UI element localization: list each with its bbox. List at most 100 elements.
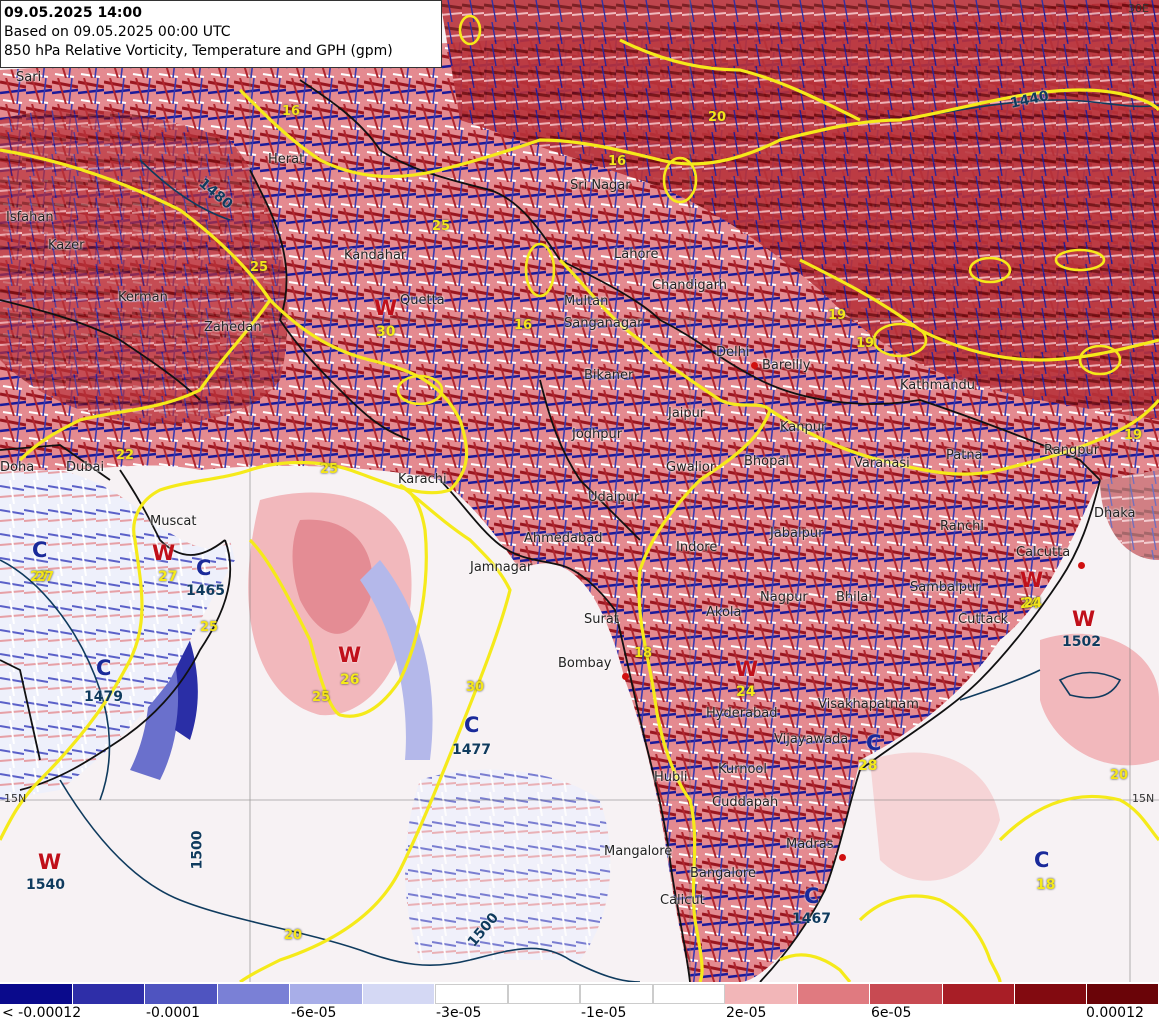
legend-swatch-5: [363, 984, 435, 1004]
city-isfahan: Isfahan: [6, 210, 54, 225]
city-kurnool: Kurnool: [718, 762, 767, 777]
legend-swatch-11: [798, 984, 870, 1004]
city-dot-delhi: [751, 362, 758, 369]
marker-c-oman: C: [196, 556, 212, 580]
forecast-info-box: 09.05.2025 14:00 Based on 09.05.2025 00:…: [0, 0, 442, 68]
legend-swatch-0: [0, 984, 73, 1004]
city-kanpur: Kanpur: [780, 420, 827, 435]
city-cuddapah: Cuddapah: [712, 795, 779, 810]
city-dhaka: Dhaka: [1094, 506, 1136, 521]
legend-swatch-9: [653, 984, 725, 1004]
city-dot-bombay: [622, 673, 629, 680]
city-jamnagar: Jamnagar: [470, 560, 533, 575]
marker-w-quetta: W: [374, 296, 398, 320]
temp-label-15: 18: [634, 646, 653, 661]
city-karachi: Karachi: [398, 472, 447, 487]
city-kerman: Kerman: [118, 290, 168, 305]
marker-w-deccan: W: [735, 657, 759, 681]
lat-label-15n-left: 15N: [4, 792, 27, 805]
marker-c-west-value: 1479: [84, 689, 123, 705]
temp-label-4: 25: [320, 462, 339, 477]
legend-label-0: < -0.00012: [2, 1005, 82, 1021]
legend-label-6: 6e-05: [871, 1005, 912, 1021]
city-zahedan: Zahedan: [204, 320, 262, 335]
legend-label-2: -6e-05: [291, 1005, 337, 1021]
city-varanasi: Varanasi: [854, 456, 910, 471]
marker-w-bay: W: [1072, 607, 1096, 631]
city-quetta: Quetta: [400, 293, 445, 308]
temp-label-5: 22: [116, 448, 135, 463]
city-doha: Doha: [0, 460, 35, 475]
city-indore: Indore: [676, 540, 718, 555]
gph-label-1500-vertical: 1500: [189, 830, 206, 870]
city-dot-calcutta: [1078, 562, 1085, 569]
marker-c-coast-value: 28: [858, 758, 878, 774]
city-bhopal: Bhopal: [744, 454, 789, 469]
temp-label-9: 19: [828, 308, 847, 323]
legend-label-3: -3e-05: [436, 1005, 482, 1021]
legend-swatch-14: [1015, 984, 1087, 1004]
marker-w-bay-value: 1502: [1062, 634, 1101, 650]
city-bangalore: Bangalore: [690, 866, 756, 881]
city-bhilai: Bhilai: [836, 590, 872, 605]
legend-swatch-12: [870, 984, 943, 1004]
legend-swatch-2: [145, 984, 218, 1004]
marker-c-arabian: C: [464, 713, 480, 737]
lon-label-30e: 30E: [1128, 2, 1149, 15]
temp-label-1: 16: [514, 318, 533, 333]
city-cuttack: Cuttack: [958, 612, 1009, 627]
marker-w-muscat: W: [152, 541, 176, 565]
marker-c-south-value: 1467: [792, 911, 831, 927]
legend-swatch-8: [580, 984, 653, 1004]
city-hubli: Hubli: [654, 770, 688, 785]
city-mangalore: Mangalore: [604, 844, 673, 859]
marker-c-gulf: C: [32, 538, 48, 562]
legend-label-1: -0.0001: [146, 1005, 201, 1021]
marker-w-muscat-value: 27: [158, 569, 178, 585]
city-kandahar: Kandahar: [344, 248, 407, 263]
lat-label-15n-right: 15N: [1132, 792, 1155, 805]
city-delhi: Delhi: [716, 345, 750, 360]
temp-label-18: 20: [284, 928, 303, 943]
marker-w-bengal: W: [1020, 568, 1044, 592]
marker-c-arabian-value: 1477: [452, 742, 491, 758]
marker-c-west: C: [96, 656, 112, 680]
city-sari: Sari: [16, 70, 42, 85]
temp-label-16: 24: [1024, 596, 1043, 611]
marker-c-oman-value: 1465: [186, 583, 225, 599]
map-parameters: 850 hPa Relative Vorticity, Temperature …: [4, 43, 393, 59]
marker-w-quetta-value: 30: [376, 324, 396, 340]
temp-label-8: 30: [466, 680, 485, 695]
city-nagpur: Nagpur: [760, 590, 808, 605]
temp-label-3: 25: [432, 219, 451, 234]
map-background: [0, 0, 1159, 982]
city-sanganagar: Sanganagar: [564, 316, 643, 331]
city-herat: Herat: [268, 152, 305, 167]
marker-c-coast: C: [866, 731, 882, 755]
city-dot-madras: [839, 854, 846, 861]
legend-swatch-7: [508, 984, 580, 1004]
temp-label-2: 20: [708, 110, 727, 125]
city-srinagar: Sri Nagar: [570, 178, 631, 193]
legend-label-7: 0.00012: [1086, 1005, 1144, 1021]
city-madras: Madras: [786, 837, 834, 852]
temp-label-17: 20: [1110, 768, 1129, 783]
temp-label-7: 25: [312, 690, 331, 705]
city-akola: Akola: [706, 605, 742, 620]
temp-label-12: 27: [36, 570, 55, 585]
city-multan: Multan: [564, 294, 609, 309]
city-patna: Patna: [946, 448, 983, 463]
city-hyderabad: Hyderabad: [706, 706, 778, 721]
legend-swatch-1: [73, 984, 145, 1004]
marker-w-southwest: W: [38, 850, 62, 874]
marker-w-arabian-sea: W: [338, 643, 362, 667]
city-bikaner: Bikaner: [584, 368, 634, 383]
legend-swatch-15: [1087, 984, 1159, 1004]
legend-swatch-10: [725, 984, 798, 1004]
city-calcutta: Calcutta: [1016, 545, 1071, 560]
temp-label-6: 25: [200, 620, 219, 635]
model-run-time: Based on 09.05.2025 00:00 UTC: [4, 24, 231, 40]
colorbar-legend: < -0.00012 -0.0001 -6e-05 -3e-05 -1e-05 …: [0, 982, 1159, 1024]
city-calicut: Calicut: [660, 893, 705, 908]
city-lahore: Lahore: [614, 247, 659, 262]
